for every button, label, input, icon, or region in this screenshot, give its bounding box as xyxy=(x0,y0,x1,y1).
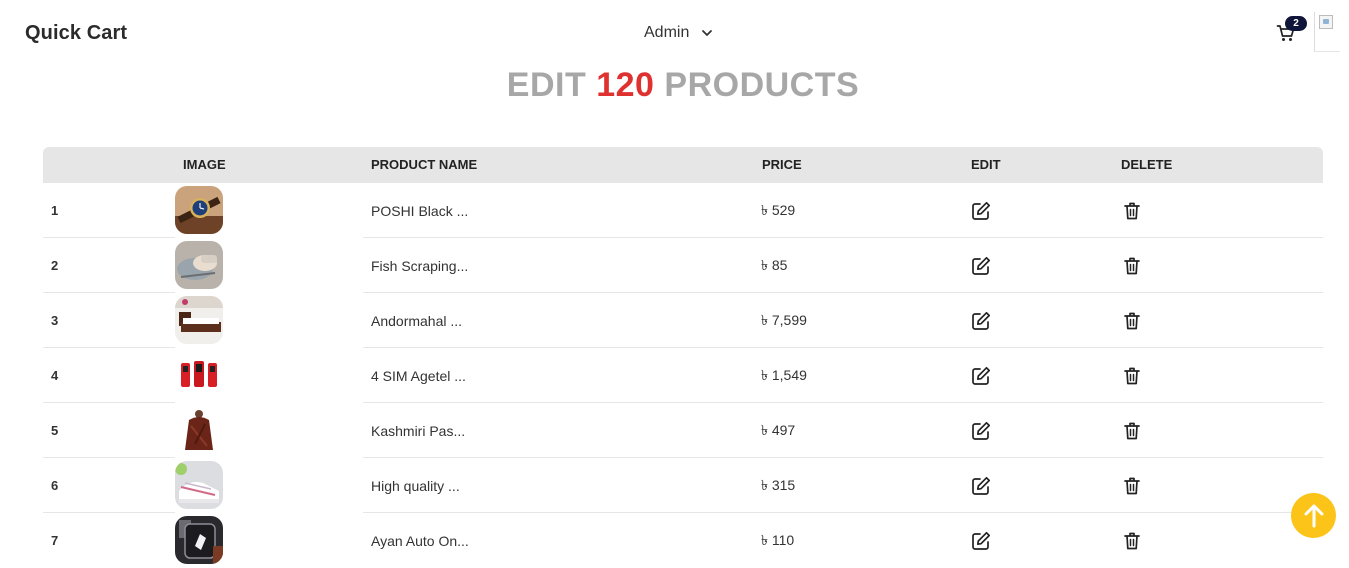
page-title: EDIT 120 PRODUCTS xyxy=(0,66,1349,105)
table-row: 1 POSHI Black ... ৳ 529 xyxy=(43,183,1323,238)
product-thumbnail-shawl[interactable] xyxy=(175,406,223,454)
products-table: IMAGE PRODUCT NAME PRICE EDIT DELETE 1 P… xyxy=(43,147,1323,568)
product-thumbnail-fish-scraper[interactable] xyxy=(175,241,223,289)
product-count: 120 xyxy=(596,66,655,104)
edit-icon[interactable] xyxy=(970,365,992,387)
table-row: 6 High quality ... ৳ 315 xyxy=(43,458,1323,513)
product-price: ৳ 7,599 xyxy=(761,311,807,328)
product-name: 4 SIM Agetel ... xyxy=(371,367,466,384)
row-index: 5 xyxy=(51,423,59,438)
table-row: 3 Andormahal ... ৳ 7,599 xyxy=(43,293,1323,348)
row-index: 4 xyxy=(51,368,59,383)
product-name: High quality ... xyxy=(371,477,460,494)
trash-icon[interactable] xyxy=(1121,200,1143,222)
product-thumbnail-sneakers[interactable] xyxy=(175,461,223,509)
row-index: 6 xyxy=(51,478,59,493)
edit-icon[interactable] xyxy=(970,530,992,552)
product-name: Kashmiri Pas... xyxy=(371,422,466,439)
edit-icon[interactable] xyxy=(970,200,992,222)
column-header-price: PRICE xyxy=(762,157,802,172)
broken-image-icon xyxy=(1319,15,1333,29)
column-header-delete: DELETE xyxy=(1121,157,1173,172)
brand-logo[interactable]: Quick Cart xyxy=(25,22,127,45)
cart-count-badge: 2 xyxy=(1285,16,1307,31)
admin-dropdown-label: Admin xyxy=(644,24,690,41)
product-thumbnail-phone[interactable] xyxy=(175,351,223,399)
product-price: ৳ 497 xyxy=(761,421,796,438)
trash-icon[interactable] xyxy=(1121,365,1143,387)
table-row: 4 4 SIM Agetel ... ৳ 1,549 xyxy=(43,348,1323,403)
row-index: 1 xyxy=(51,203,59,218)
product-price: ৳ 1,549 xyxy=(761,366,807,383)
product-name: POSHI Black ... xyxy=(371,202,469,219)
admin-dropdown[interactable]: Admin xyxy=(644,24,713,42)
table-header: IMAGE PRODUCT NAME PRICE EDIT DELETE xyxy=(43,147,1323,183)
arrow-up-icon xyxy=(1304,504,1323,527)
table-row: 5 Kashmiri Pas... ৳ 497 xyxy=(43,403,1323,458)
edit-icon[interactable] xyxy=(970,420,992,442)
product-name: Ayan Auto On... xyxy=(371,532,469,549)
product-name: Andormahal ... xyxy=(371,312,463,329)
column-header-image: IMAGE xyxy=(183,157,226,172)
product-name: Fish Scraping... xyxy=(371,257,469,274)
navbar: Quick Cart Admin 2 xyxy=(0,0,1349,66)
column-header-product-name: PRODUCT NAME xyxy=(371,157,478,172)
chevron-down-icon xyxy=(701,27,713,39)
row-index: 7 xyxy=(51,533,59,548)
trash-icon[interactable] xyxy=(1121,475,1143,497)
table-row: 2 Fish Scraping... ৳ 85 xyxy=(43,238,1323,293)
product-thumbnail-watch[interactable] xyxy=(175,186,223,234)
page-title-prefix: EDIT xyxy=(506,66,587,104)
page-title-suffix: PRODUCTS xyxy=(664,66,860,104)
scroll-to-top-button[interactable] xyxy=(1291,493,1336,538)
product-price: ৳ 529 xyxy=(761,201,796,218)
product-price: ৳ 110 xyxy=(761,531,795,548)
row-index: 2 xyxy=(51,258,59,273)
trash-icon[interactable] xyxy=(1121,255,1143,277)
product-price: ৳ 85 xyxy=(761,256,788,273)
product-price: ৳ 315 xyxy=(761,476,796,493)
trash-icon[interactable] xyxy=(1121,530,1143,552)
product-thumbnail-bed[interactable] xyxy=(175,296,223,344)
trash-icon[interactable] xyxy=(1121,310,1143,332)
product-thumbnail-smart-light[interactable] xyxy=(175,516,223,564)
edit-icon[interactable] xyxy=(970,310,992,332)
avatar[interactable] xyxy=(1314,12,1340,52)
column-header-edit: EDIT xyxy=(971,157,1001,172)
trash-icon[interactable] xyxy=(1121,420,1143,442)
row-index: 3 xyxy=(51,313,59,328)
edit-icon[interactable] xyxy=(970,255,992,277)
edit-icon[interactable] xyxy=(970,475,992,497)
table-row: 7 Ayan Auto On... ৳ 110 xyxy=(43,513,1323,568)
